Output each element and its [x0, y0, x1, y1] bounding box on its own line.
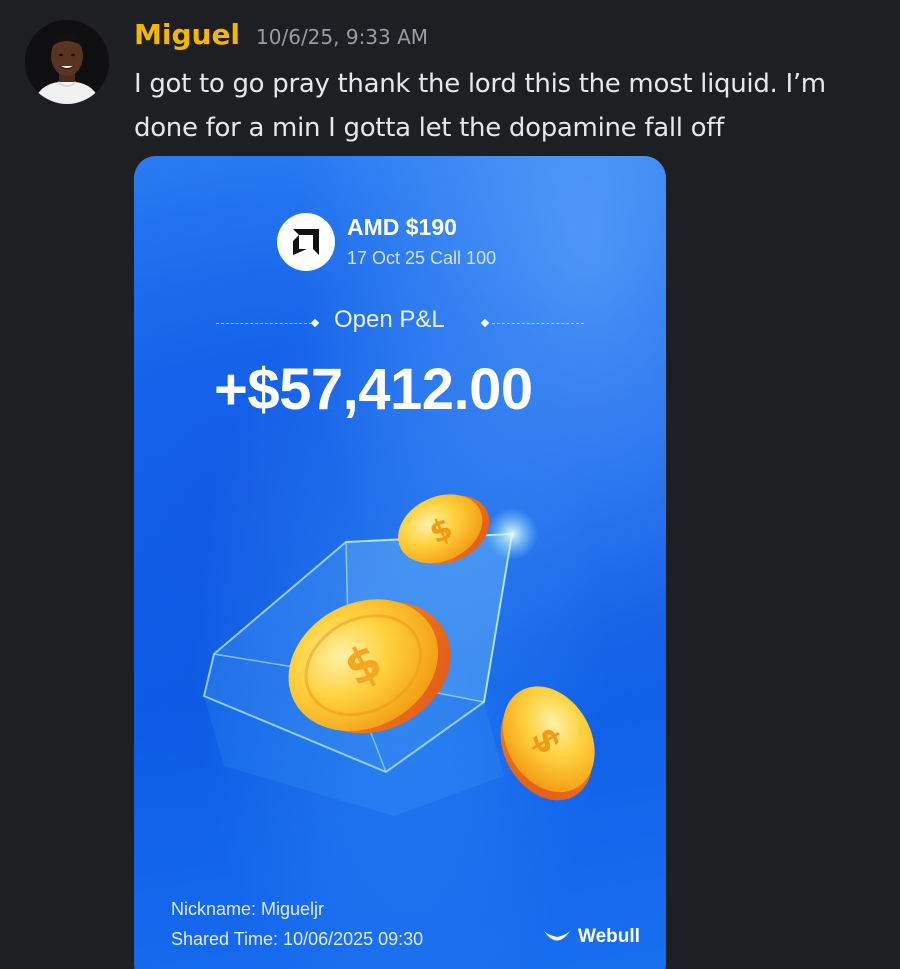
- divider-right: [492, 323, 584, 324]
- divider-left: [216, 323, 312, 324]
- nickname-line: Nickname: Migueljr: [171, 899, 325, 919]
- pnl-label: Open P&L: [334, 306, 445, 333]
- chat-message: Miguel 10/6/25, 9:33 AM I got to go pray…: [0, 0, 900, 969]
- shared-time-line: Shared Time: 10/06/2025 09:30: [171, 929, 424, 949]
- brand: Webull: [542, 926, 640, 948]
- user-avatar[interactable]: [25, 20, 109, 104]
- pnl-share-card-image[interactable]: AMD $190 17 Oct 25 Call 100 Open P&L +$5…: [134, 156, 666, 969]
- brand-name: Webull: [578, 926, 640, 947]
- message-text: I got to go pray thank the lord this the…: [134, 69, 826, 143]
- ticker-row: AMD $190 17 Oct 25 Call 100: [277, 212, 496, 272]
- username[interactable]: Miguel: [134, 18, 240, 51]
- message-timestamp: 10/6/25, 9:33 AM: [256, 25, 429, 49]
- divider-dot-right: [480, 318, 490, 328]
- coins-in-glass-cube-illustration: $ $ $: [202, 494, 595, 816]
- pnl-value: +$57,412.00: [214, 357, 533, 422]
- message-header: Miguel 10/6/25, 9:33 AM: [134, 18, 428, 58]
- contract-details: 17 Oct 25 Call 100: [347, 248, 497, 268]
- ticker-title: AMD $190: [347, 214, 457, 240]
- card-footer-info: Nickname: Migueljr Shared Time: 10/06/20…: [171, 894, 423, 954]
- pnl-label-row: Open P&L: [134, 304, 666, 344]
- divider-dot-left: [310, 318, 320, 328]
- webull-logo-icon: [544, 931, 570, 941]
- ticker-texts: AMD $190 17 Oct 25 Call 100: [347, 212, 496, 272]
- amd-logo-icon: [277, 213, 335, 271]
